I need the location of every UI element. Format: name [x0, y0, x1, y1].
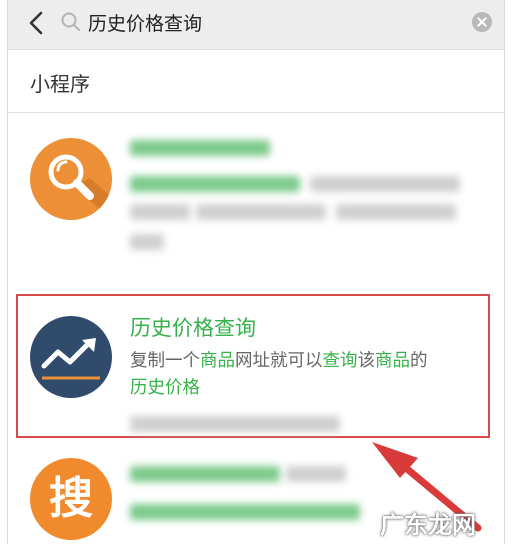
annotation-arrow	[372, 442, 482, 532]
watermark: 广东龙网	[380, 511, 476, 539]
